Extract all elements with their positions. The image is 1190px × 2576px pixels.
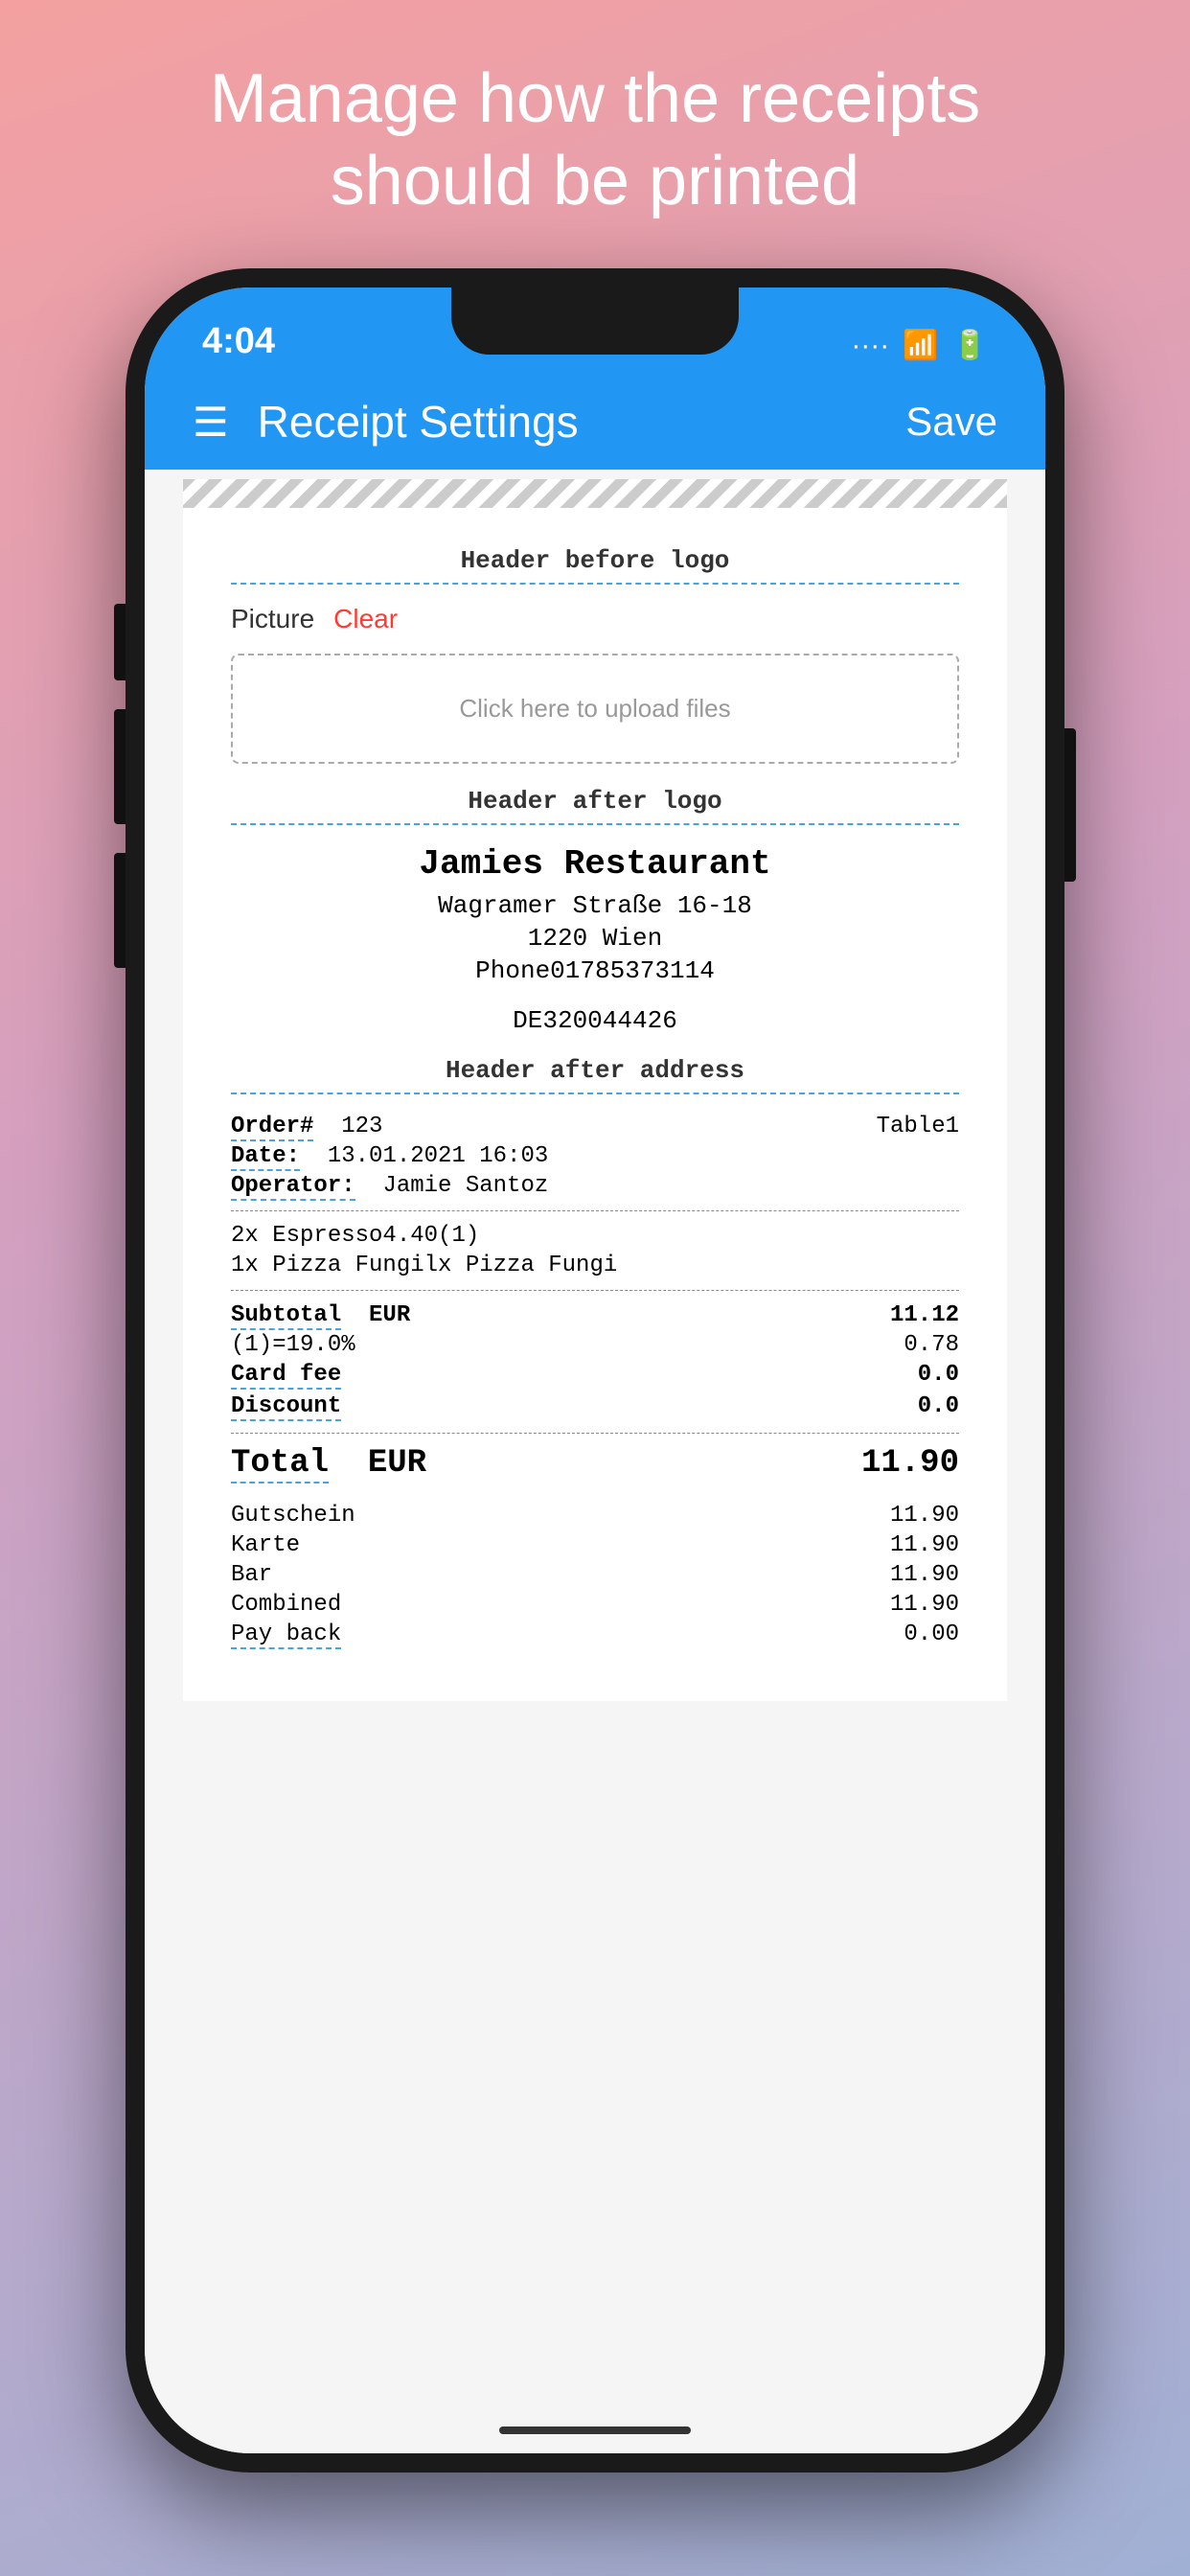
total-row: Total EUR 11.90 [231,1445,959,1482]
power-button [1064,728,1076,882]
restaurant-name: Jamies Restaurant [231,844,959,884]
header-after-address[interactable]: Header after address [231,1056,959,1094]
gutschein-label: Gutschein [231,1503,355,1529]
save-button[interactable]: Save [905,399,997,445]
status-time: 4:04 [202,321,275,362]
item2: 1x Pizza Fungilx Pizza Fungi [231,1253,959,1278]
tax-label: (1)=19.0% [231,1332,355,1358]
vat-number: DE320044426 [231,1006,959,1035]
bar-label: Bar [231,1562,272,1588]
phone-screen: 4:04 ···· 📶 🔋 ☰ Receipt Settings Save [145,288,1045,2453]
subtotal-row: Subtotal EUR 11.12 [231,1302,959,1328]
receipt-top-decoration [183,479,1007,508]
divider1 [231,1210,959,1211]
gutschein-row: Gutschein 11.90 [231,1503,959,1529]
operator-label: Operator: [231,1173,355,1201]
combined-value: 11.90 [890,1592,959,1618]
table-label: Table1 [877,1114,959,1139]
order-label: Order# [231,1114,313,1141]
signal-icon: ···· [851,330,889,362]
order-number: 123 [341,1114,382,1139]
title-line1: Manage how the receipts [210,60,980,137]
total-label: Total [231,1445,329,1484]
volume-up-button [114,604,126,680]
divider3 [231,1433,959,1434]
bar-value: 11.90 [890,1562,959,1588]
hamburger-icon[interactable]: ☰ [193,399,229,446]
date-label: Date: [231,1143,300,1171]
divider2 [231,1290,959,1291]
volume-down-button [114,709,126,824]
payback-label: Pay back [231,1622,341,1649]
subtotal-value: 11.12 [890,1302,959,1328]
notch [451,288,739,355]
discount-label: Discount [231,1393,341,1421]
receipt-paper: Header before logo Picture Clear Click h… [183,508,1007,1701]
upload-box[interactable]: Click here to upload files [231,654,959,764]
item1: 2x Espresso4.40(1) [231,1223,959,1249]
total-value: 11.90 [861,1445,959,1482]
address-line2: 1220 Wien [231,924,959,953]
battery-icon: 🔋 [952,329,988,362]
picture-label: Picture [231,604,314,634]
card-fee-value: 0.0 [918,1362,959,1390]
header-after-address-text: Header after address [446,1056,744,1085]
subtotal-currency: EUR [369,1302,410,1328]
app-bar-title: Receipt Settings [258,396,906,448]
card-fee-row: Card fee 0.0 [231,1362,959,1390]
payback-row: Pay back 0.00 [231,1622,959,1649]
silent-button [114,853,126,968]
tax-row: (1)=19.0% 0.78 [231,1332,959,1358]
clear-button[interactable]: Clear [333,604,398,634]
scroll-content[interactable]: Header before logo Picture Clear Click h… [145,470,1045,2453]
discount-row: Discount 0.0 [231,1393,959,1421]
header-before-logo-text: Header before logo [461,546,730,575]
phone-shell: 4:04 ···· 📶 🔋 ☰ Receipt Settings Save [126,268,1064,2472]
page-title: Manage how the receipts should be printe… [0,58,1190,223]
phone-number: Phone01785373114 [231,956,959,985]
bar-row: Bar 11.90 [231,1562,959,1588]
header-after-logo[interactable]: Header after logo [231,787,959,825]
header-after-logo-text: Header after logo [468,787,721,816]
upload-label: Click here to upload files [459,694,730,723]
karte-value: 11.90 [890,1532,959,1558]
status-right-icons: ···· 📶 🔋 [851,329,988,362]
date-value: 13.01.2021 16:03 [328,1143,548,1169]
operator-row: Operator: Jamie Santoz [231,1173,959,1199]
wifi-icon: 📶 [903,329,938,362]
card-fee-label: Card fee [231,1362,341,1390]
home-indicator [499,2426,691,2434]
total-currency: EUR [368,1445,426,1482]
header-before-logo[interactable]: Header before logo [231,546,959,585]
date-row: Date: 13.01.2021 16:03 [231,1143,959,1169]
tax-value: 0.78 [904,1332,959,1358]
combined-row: Combined 11.90 [231,1592,959,1618]
operator-value: Jamie Santoz [382,1173,548,1199]
karte-row: Karte 11.90 [231,1532,959,1558]
order-row: Order# 123 Table1 [231,1114,959,1139]
subtotal-label: Subtotal [231,1302,341,1330]
app-bar: ☰ Receipt Settings Save [145,374,1045,470]
picture-row: Picture Clear [231,604,959,634]
combined-label: Combined [231,1592,341,1618]
address-line1: Wagramer Straße 16-18 [231,891,959,920]
gutschein-value: 11.90 [890,1503,959,1529]
discount-value: 0.0 [918,1393,959,1421]
karte-label: Karte [231,1532,300,1558]
payback-value: 0.00 [904,1622,959,1649]
title-line2: should be printed [331,143,859,219]
phone-wrapper: 4:04 ···· 📶 🔋 ☰ Receipt Settings Save [126,268,1064,2472]
